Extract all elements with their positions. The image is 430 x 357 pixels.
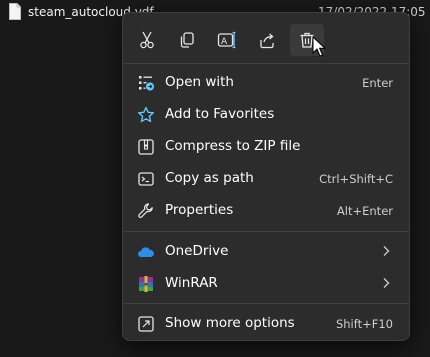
menu-item-label: WinRAR — [165, 275, 218, 291]
menu-item-shortcut: Shift+F10 — [335, 317, 393, 331]
zip-icon — [138, 139, 154, 155]
context-menu: A Open with Enter Add to Favorites Compr… — [122, 12, 410, 341]
menu-item-shortcut: Ctrl+Shift+C — [319, 172, 393, 186]
menu-divider — [123, 63, 409, 64]
menu-item-label: Properties — [165, 202, 234, 218]
wrench-icon — [138, 203, 153, 218]
menu-item-properties[interactable]: Properties Alt+Enter — [127, 195, 405, 225]
menu-item-shortcut: Enter — [362, 76, 393, 90]
menu-item-winrar[interactable]: WinRAR — [127, 268, 405, 298]
chevron-right-icon — [383, 278, 390, 288]
menu-divider — [123, 303, 409, 304]
star-icon — [137, 106, 155, 123]
menu-item-shortcut: Alt+Enter — [336, 204, 393, 218]
menu-item-show-more-options[interactable]: Show more options Shift+F10 — [127, 308, 405, 338]
copy-button[interactable] — [170, 24, 204, 56]
show-more-icon — [138, 316, 154, 332]
svg-text:A: A — [221, 37, 228, 47]
menu-item-label: OneDrive — [165, 243, 229, 259]
menu-item-open-with[interactable]: Open with Enter — [127, 67, 405, 97]
rename-button[interactable]: A — [210, 24, 244, 56]
menu-item-onedrive[interactable]: OneDrive — [127, 236, 405, 266]
menu-item-copy-as-path[interactable]: Copy as path Ctrl+Shift+C — [127, 163, 405, 193]
context-menu-toolbar: A — [123, 13, 409, 63]
cut-button[interactable] — [130, 24, 164, 56]
menu-item-label: Compress to ZIP file — [165, 138, 301, 154]
copy-icon — [180, 32, 194, 48]
mouse-cursor-icon — [312, 36, 326, 57]
rename-icon: A — [217, 31, 236, 49]
menu-item-label: Open with — [165, 74, 234, 90]
onedrive-icon — [138, 247, 154, 257]
share-button[interactable] — [250, 24, 284, 56]
share-icon — [260, 33, 274, 49]
menu-item-label: Show more options — [165, 315, 295, 331]
menu-item-add-to-favorites[interactable]: Add to Favorites — [127, 99, 405, 129]
menu-item-label: Add to Favorites — [165, 106, 275, 122]
menu-divider — [123, 231, 409, 232]
winrar-icon — [139, 276, 153, 292]
file-icon — [9, 3, 21, 20]
copy-path-icon — [138, 172, 154, 186]
chevron-right-icon — [383, 246, 390, 256]
open-with-icon — [139, 76, 154, 91]
menu-item-compress-zip[interactable]: Compress to ZIP file — [127, 131, 405, 161]
scissors-icon — [140, 31, 154, 49]
menu-item-label: Copy as path — [165, 170, 254, 186]
